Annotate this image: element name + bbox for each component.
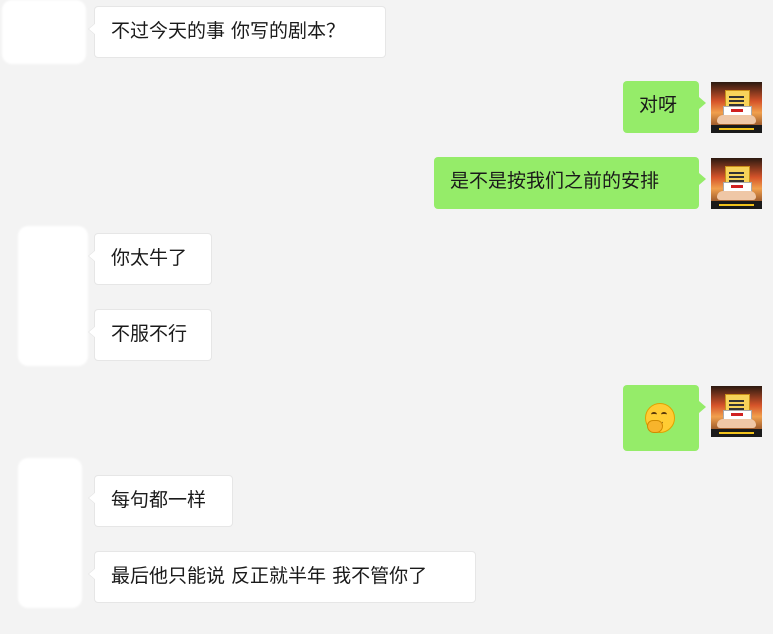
message-bubble-incoming[interactable]: 每句都一样 — [88, 475, 233, 527]
message-bubble-outgoing[interactable]: 对呀 — [623, 81, 706, 133]
message-bubble-incoming[interactable]: 不服不行 — [88, 309, 212, 361]
hand-over-mouth-emoji — [645, 403, 675, 433]
user-avatar[interactable] — [711, 82, 762, 133]
redacted-contact-avatar — [18, 226, 88, 366]
redacted-contact-avatar — [18, 458, 82, 608]
message-text: 对呀 — [639, 94, 678, 116]
message-bubble-outgoing[interactable]: 是不是按我们之前的安排 — [434, 157, 706, 209]
message-text: 每句都一样 — [111, 489, 207, 511]
redacted-contact-avatar — [2, 0, 86, 64]
message-bubble-incoming[interactable]: 你太牛了 — [88, 233, 212, 285]
message-bubble-outgoing[interactable] — [623, 385, 706, 451]
message-text: 是不是按我们之前的安排 — [450, 170, 660, 192]
message-text: 不过今天的事 你写的剧本？ — [111, 20, 346, 42]
message-bubble-incoming[interactable]: 不过今天的事 你写的剧本？ — [88, 6, 386, 58]
message-text: 你太牛了 — [111, 247, 188, 269]
user-avatar[interactable] — [711, 158, 762, 209]
message-text: 不服不行 — [111, 323, 188, 345]
message-text: 最后他只能说 反正就半年 我不管你了 — [111, 565, 428, 587]
chat-conversation: 不过今天的事 你写的剧本？ 对呀 是不是按我们之前的安排 你太牛了 不服不行 每… — [0, 0, 773, 634]
message-bubble-incoming[interactable]: 最后他只能说 反正就半年 我不管你了 — [88, 551, 476, 603]
user-avatar[interactable] — [711, 386, 762, 437]
